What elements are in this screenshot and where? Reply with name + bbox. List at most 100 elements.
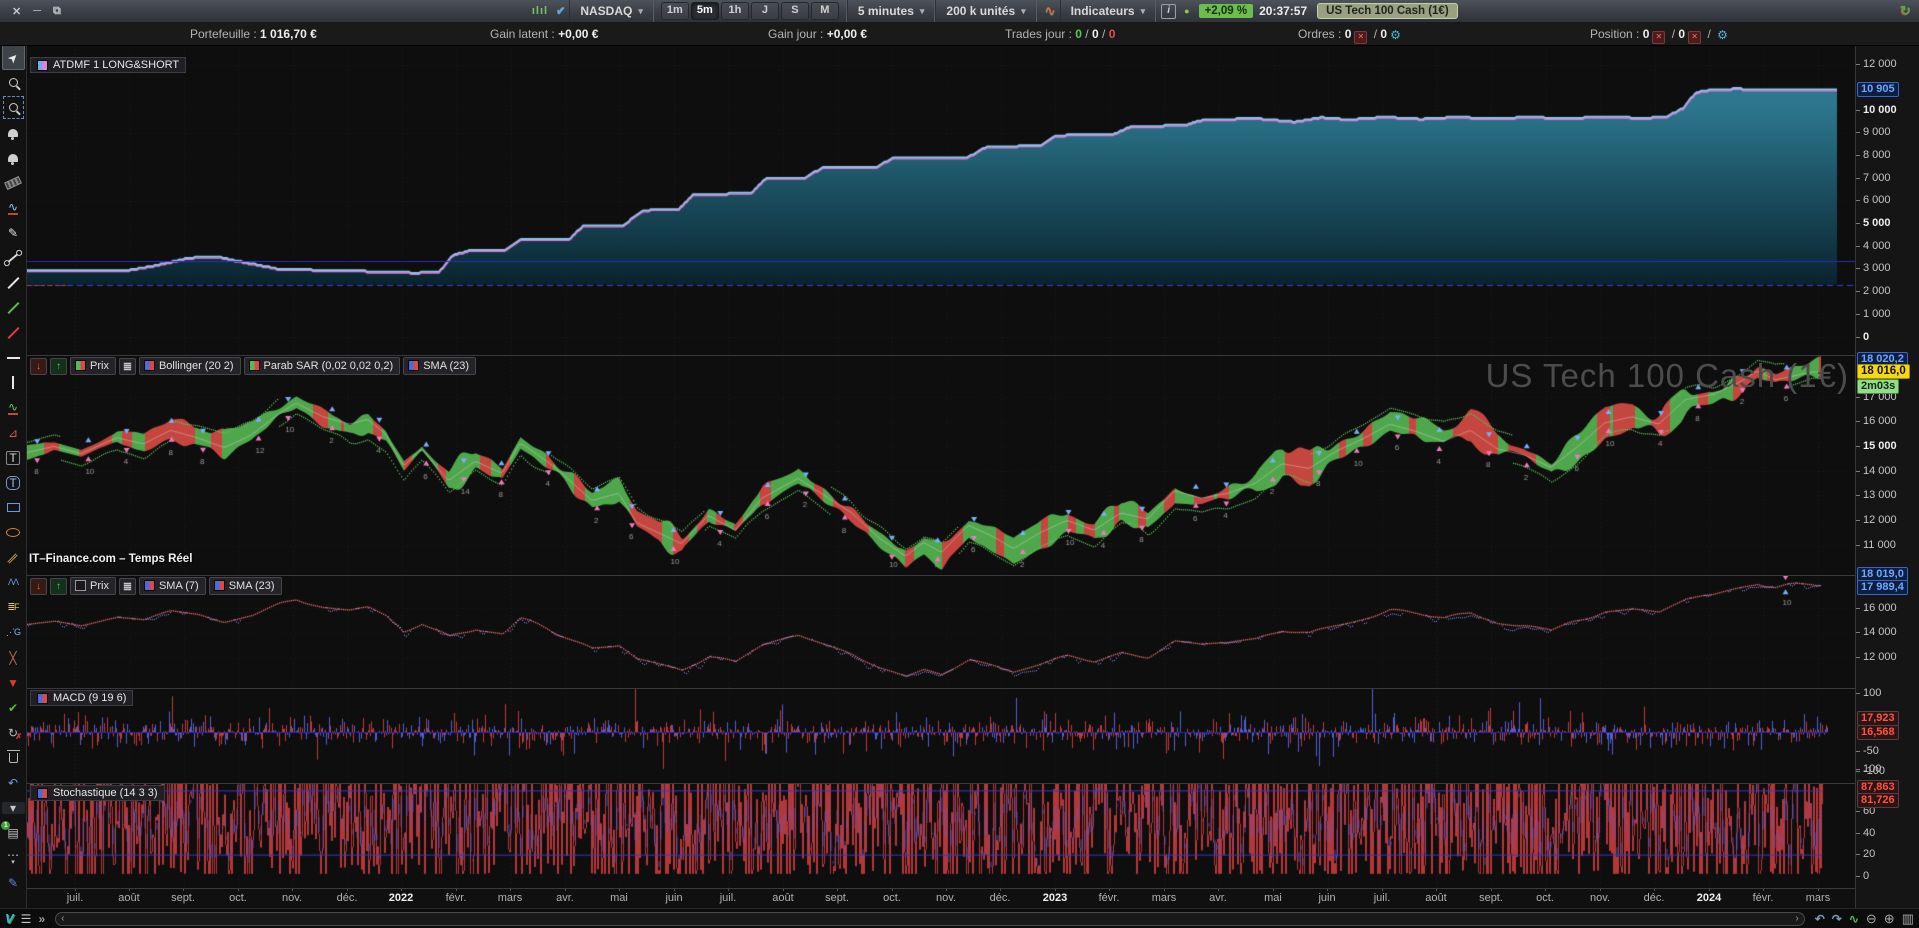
- fibonacci-tool[interactable]: ≣F: [2, 595, 25, 620]
- sell-arrow-tool[interactable]: ▼: [2, 670, 25, 695]
- channel-tool[interactable]: ∥: [2, 545, 25, 570]
- time-axis-label: févr.: [1752, 892, 1774, 904]
- titlebar: ✕ ─ ⧉ ılıl ✔ NASDAQ ▾ 1m 5m 1h J S M 5 minute…: [0, 0, 1919, 23]
- more-tools-button[interactable]: ⋯: [2, 845, 25, 870]
- timeframe-button-S[interactable]: S: [780, 2, 809, 20]
- indicators-menu[interactable]: Indicateurs ▾: [1059, 0, 1157, 22]
- vertical-line-tool[interactable]: [2, 370, 25, 395]
- panel-divider[interactable]: [27, 575, 1919, 576]
- horizontal-line-tool[interactable]: [2, 345, 25, 370]
- peaks-pattern-tool[interactable]: ΛΛ: [2, 570, 25, 595]
- crossed-lines-tool[interactable]: ╳: [2, 645, 25, 670]
- timeframe-button-1h[interactable]: 1h: [720, 2, 749, 20]
- undo-pointer-tool[interactable]: ↶: [2, 770, 25, 795]
- price-legend-item[interactable]: SMA (23): [403, 357, 477, 375]
- info-icon[interactable]: i: [1161, 3, 1177, 19]
- pattern-zone-tool[interactable]: ∿: [2, 195, 25, 220]
- undo-icon[interactable]: ↶: [1815, 912, 1825, 926]
- cancel-orders-icon[interactable]: ✕: [1354, 31, 1368, 44]
- ellipse-tool[interactable]: [2, 520, 25, 545]
- price-expand-button[interactable]: ↑: [50, 357, 67, 375]
- zoom-tool[interactable]: [2, 70, 25, 95]
- macd-panel-canvas[interactable]: [27, 688, 1855, 783]
- data-feed-check-icon[interactable]: ✔: [556, 5, 565, 18]
- time-axis[interactable]: juil. août sept. oct. nov. déc. 2022 févr. mars a…: [27, 888, 1855, 908]
- column-width-icon[interactable]: ▥: [1902, 911, 1914, 927]
- segment-tool[interactable]: [2, 245, 25, 270]
- units-select[interactable]: 200 k unités ▾: [935, 0, 1037, 22]
- bearish-line-tool[interactable]: [2, 320, 25, 345]
- market-select[interactable]: NASDAQ ▾: [569, 0, 654, 22]
- pencil-tool[interactable]: ✎: [2, 220, 25, 245]
- price2-list-button[interactable]: ≣: [118, 577, 136, 595]
- stochastic-panel-canvas[interactable]: [27, 783, 1855, 888]
- position-settings-icon[interactable]: ⚙: [1717, 28, 1728, 42]
- macd-panel-label[interactable]: MACD (9 19 6): [30, 690, 134, 706]
- zoom-in-icon[interactable]: ⊕: [1884, 911, 1895, 927]
- bullish-line-tool[interactable]: [2, 295, 25, 320]
- timeframe-button-5m[interactable]: 5m: [690, 2, 719, 20]
- price-legend-item[interactable]: Parab SAR (0,02 0,02 0,2): [243, 357, 401, 375]
- zigzag-tool[interactable]: ∿: [2, 395, 25, 420]
- price2-expand-button[interactable]: ↑: [50, 577, 67, 595]
- draw-on-indicator-tool[interactable]: ✎: [2, 870, 25, 895]
- timeframe-button-1m[interactable]: 1m: [660, 2, 689, 20]
- price-list-button[interactable]: ≣: [118, 357, 136, 375]
- menu-icon[interactable]: ☰: [21, 912, 32, 926]
- price-legend-item[interactable]: Prix: [70, 357, 116, 375]
- rectangle-tool[interactable]: [2, 495, 25, 520]
- close-position-icon[interactable]: ✕: [1688, 31, 1702, 44]
- panel-divider[interactable]: [27, 355, 1919, 356]
- gann-fan-tool[interactable]: ⋰G: [2, 620, 25, 645]
- macd-panel-title: MACD (9 19 6): [53, 692, 127, 704]
- price-collapse-button[interactable]: ↓: [30, 357, 47, 375]
- panel-divider[interactable]: [27, 688, 1919, 689]
- close-window-button[interactable]: ✕: [12, 5, 21, 18]
- price-legend-item[interactable]: Bollinger (20 2): [138, 357, 241, 375]
- period-select[interactable]: 5 minutes ▾: [846, 0, 936, 22]
- ruler-tool[interactable]: [2, 170, 25, 195]
- fit-chart-icon[interactable]: ∿: [1849, 912, 1859, 926]
- price2-collapse-button[interactable]: ↓: [30, 577, 47, 595]
- cursor-tool[interactable]: ➤: [1, 45, 25, 70]
- backtest-report-button[interactable]: ▤ 1: [1, 820, 25, 845]
- refresh-icon[interactable]: ↻: [1900, 3, 1911, 19]
- trash-tool[interactable]: [2, 745, 25, 770]
- scroll-right-icon[interactable]: ›: [1795, 913, 1798, 924]
- gauge-delete-tool[interactable]: ↻ ✗: [2, 720, 25, 745]
- axis-tick-label: 0: [1863, 870, 1870, 882]
- timeframe-button-J[interactable]: J: [750, 2, 779, 20]
- redo-icon[interactable]: ↷: [1832, 912, 1842, 926]
- restore-window-button[interactable]: ⧉: [53, 5, 61, 18]
- price2-legend-item[interactable]: SMA (7): [138, 577, 206, 595]
- collapse-tools-button[interactable]: ▾: [1, 795, 25, 820]
- instrument-tab[interactable]: US Tech 100 Cash (1€): [1317, 3, 1458, 19]
- scroll-left-icon[interactable]: ‹: [61, 913, 64, 924]
- time-scrollbar[interactable]: ‹ ›: [55, 911, 1805, 926]
- current-value-badge: 81,726: [1857, 793, 1899, 808]
- equity-panel-canvas[interactable]: [27, 45, 1855, 355]
- panel-divider[interactable]: [27, 783, 1919, 784]
- line-tool[interactable]: [2, 270, 25, 295]
- zoom-area-tool[interactable]: [2, 95, 25, 120]
- callout-tool[interactable]: T: [2, 470, 25, 495]
- price2-legend-item[interactable]: Prix: [70, 577, 116, 595]
- orders-settings-icon[interactable]: ⚙: [1390, 28, 1401, 42]
- validate-tool[interactable]: ✔: [2, 695, 25, 720]
- stochastic-panel-label[interactable]: Stochastique (14 3 3): [30, 785, 165, 801]
- zoom-out-icon[interactable]: ⊖: [1866, 911, 1877, 927]
- minimize-window-button[interactable]: ─: [33, 5, 41, 18]
- chart-style-icon[interactable]: ılıl: [532, 5, 548, 17]
- alert-cursor-tool[interactable]: [2, 120, 25, 145]
- timeframe-button-M[interactable]: M: [810, 2, 839, 20]
- expand-chevrons-icon[interactable]: »: [38, 912, 45, 926]
- price2-legend-item[interactable]: SMA (23): [208, 577, 282, 595]
- price-line-panel-canvas[interactable]: [27, 575, 1855, 688]
- price-axis[interactable]: 12 000 10 000 9 000 8 000 7 000 6 000 5 000 4 0…: [1856, 45, 1919, 908]
- close-position-icon[interactable]: ✕: [1652, 31, 1666, 44]
- checkbox-icon[interactable]: [75, 580, 86, 591]
- wedge-pattern-tool[interactable]: ⊿: [2, 420, 25, 445]
- text-tool[interactable]: T: [2, 445, 25, 470]
- alarm-bell-tool[interactable]: [2, 145, 25, 170]
- equity-panel-label[interactable]: ATDMF 1 LONG&SHORT: [30, 57, 187, 73]
